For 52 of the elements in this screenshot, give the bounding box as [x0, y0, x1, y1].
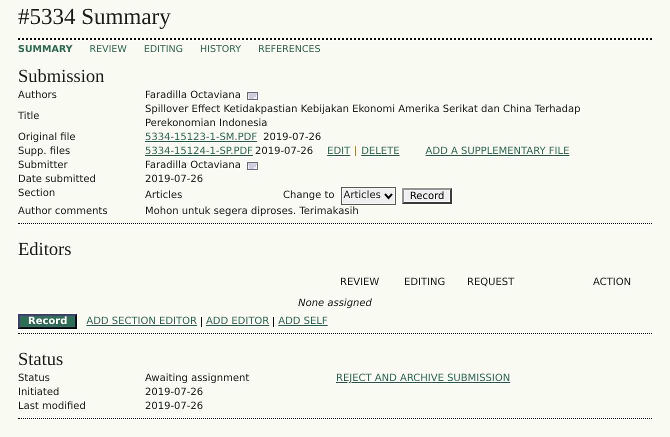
field-value: 2019-07-26 — [145, 386, 204, 400]
section-heading: Submission — [18, 66, 106, 89]
field-label: Supp. files — [18, 145, 72, 159]
author-name: Faradilla Octaviana — [145, 159, 241, 173]
file-date: 2019-07-26 — [263, 131, 322, 145]
column-header: REVIEW — [340, 276, 380, 290]
field-value: 2019-07-26 — [145, 400, 204, 414]
field-label: Authors — [18, 89, 58, 103]
section-select[interactable]: Articles — [340, 187, 396, 205]
column-header: REQUEST — [467, 276, 516, 290]
tab[interactable]: HISTORY — [200, 44, 242, 55]
add-file-link[interactable]: ADD A SUPPLEMENTARY FILE — [426, 145, 570, 159]
field-label: Initiated — [18, 386, 60, 400]
field-value: Mohon untuk segera diproses. Terimakasih — [145, 205, 359, 219]
section-heading: Editors — [18, 239, 72, 262]
editor-link[interactable]: ADD SELF — [278, 316, 328, 327]
tab[interactable]: SUMMARY — [18, 44, 72, 55]
field-value: Spillover Effect Ketidakpastian Kebijakan Ekonomi Amerika Serikat dan China Terhadap Perekonomian Indonesia — [145, 103, 582, 131]
reject-link[interactable]: REJECT AND ARCHIVE SUBMISSION — [336, 373, 510, 384]
envelope-icon[interactable] — [246, 162, 258, 170]
field-label: Status — [18, 372, 51, 386]
empty-message: None assigned — [298, 298, 372, 309]
record-button[interactable]: Record — [18, 314, 78, 329]
field-label: Last modified — [18, 400, 87, 414]
field-value: 2019-07-26 — [145, 173, 204, 187]
envelope-icon[interactable] — [246, 92, 258, 100]
field-label: Author comments — [18, 205, 109, 219]
tab[interactable]: REFERENCES — [258, 44, 321, 55]
column-header: ACTION — [593, 276, 632, 290]
tab[interactable]: REVIEW — [90, 44, 127, 55]
field-value: Awaiting assignment — [145, 372, 250, 386]
editor-link[interactable]: ADD EDITOR — [206, 316, 270, 327]
chevron-down-icon — [384, 192, 393, 200]
field-label: Original file — [18, 131, 77, 145]
change-label: Change to — [283, 189, 335, 203]
action-link[interactable]: EDIT — [327, 146, 350, 157]
file-link[interactable]: 5334-15123-1-SM.PDF — [145, 131, 258, 145]
file-link[interactable]: 5334-15124-1-SP.PDF — [145, 146, 253, 157]
file-date: 2019-07-26 — [255, 145, 314, 159]
author-name: Faradilla Octaviana — [145, 89, 241, 103]
page-title: #5334 Summary — [18, 3, 172, 31]
field-label: Section — [18, 187, 56, 201]
record-button[interactable]: Record — [402, 188, 452, 204]
tab[interactable]: EDITING — [144, 44, 184, 55]
editor-link[interactable]: ADD SECTION EDITOR — [86, 316, 197, 327]
field-label: Date submitted — [18, 173, 97, 187]
field-label: Title — [18, 110, 40, 124]
column-header: EDITING — [404, 276, 446, 290]
section-heading: Status — [18, 349, 64, 372]
section-value: Articles — [145, 189, 184, 203]
field-label: Submitter — [18, 159, 69, 173]
action-link[interactable]: DELETE — [361, 146, 400, 157]
